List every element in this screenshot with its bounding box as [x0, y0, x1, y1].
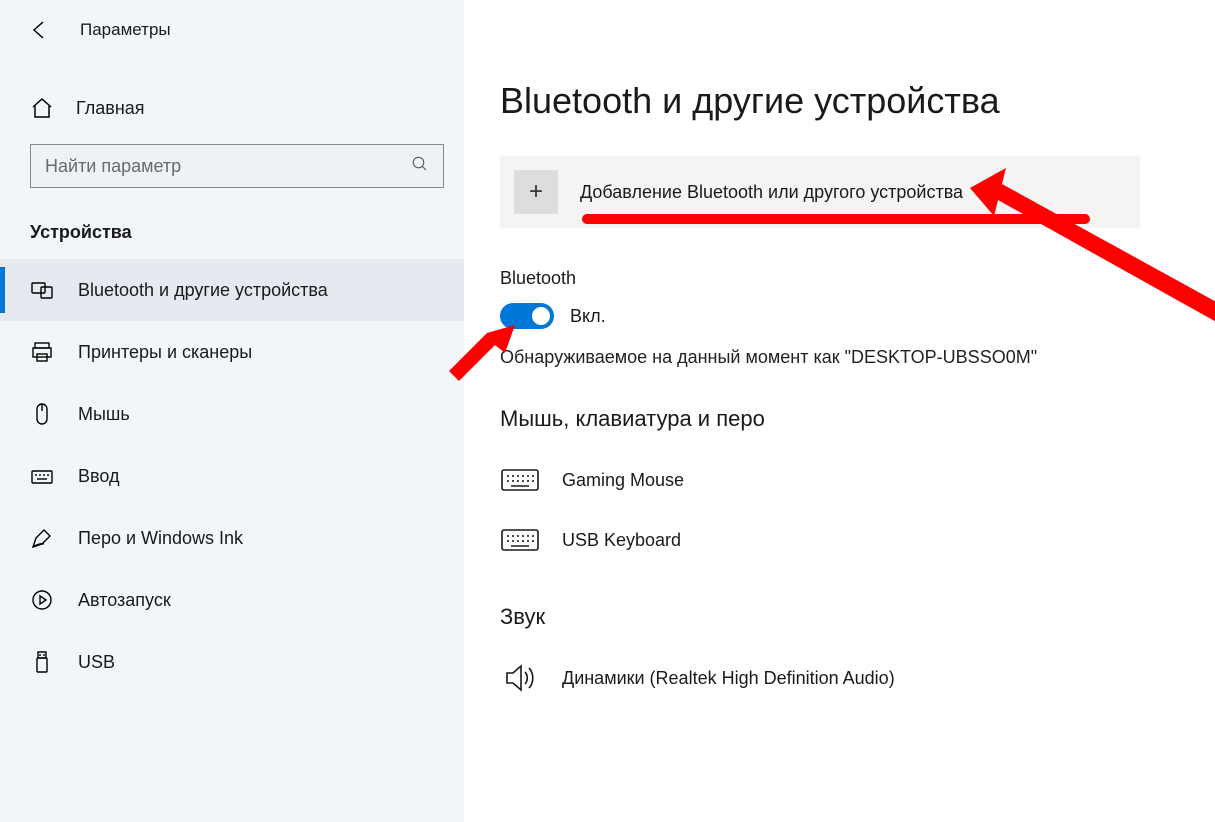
sidebar-item-pen[interactable]: Перо и Windows Ink [0, 507, 464, 569]
sidebar-item-printers[interactable]: Принтеры и сканеры [0, 321, 464, 383]
category-sound: Звук [500, 604, 1215, 630]
device-row[interactable]: Gaming Mouse [500, 450, 1215, 510]
devices-icon [30, 278, 54, 302]
device-row[interactable]: USB Keyboard [500, 510, 1215, 570]
bluetooth-toggle[interactable] [500, 303, 554, 329]
add-device-label: Добавление Bluetooth или другого устройс… [580, 182, 963, 203]
sidebar-item-label: Ввод [78, 466, 119, 487]
sidebar-item-mouse[interactable]: Мышь [0, 383, 464, 445]
add-device-button[interactable]: + Добавление Bluetooth или другого устро… [500, 156, 1140, 228]
search-icon [411, 155, 429, 178]
usb-icon [30, 650, 54, 674]
sidebar-item-label: Bluetooth и другие устройства [78, 280, 328, 301]
speaker-icon [500, 661, 540, 695]
sidebar-item-label: Перо и Windows Ink [78, 528, 243, 549]
sidebar-item-autoplay[interactable]: Автозапуск [0, 569, 464, 631]
device-name: Динамики (Realtek High Definition Audio) [562, 668, 895, 689]
typing-icon [30, 464, 54, 488]
printer-icon [30, 340, 54, 364]
sidebar-home[interactable]: Главная [0, 82, 464, 134]
home-icon [30, 96, 54, 120]
sidebar-item-label: USB [78, 652, 115, 673]
discoverable-text: Обнаруживаемое на данный момент как "DES… [500, 347, 1215, 368]
app-title: Параметры [80, 20, 171, 40]
device-name: Gaming Mouse [562, 470, 684, 491]
device-name: USB Keyboard [562, 530, 681, 551]
sidebar-item-label: Мышь [78, 404, 130, 425]
bluetooth-section-label: Bluetooth [500, 268, 1215, 289]
device-row[interactable]: Динамики (Realtek High Definition Audio) [500, 648, 1215, 708]
page-title: Bluetooth и другие устройства [500, 80, 1215, 122]
keyboard-icon [500, 523, 540, 557]
pen-icon [30, 526, 54, 550]
search-settings[interactable] [30, 144, 444, 188]
search-input[interactable] [45, 156, 411, 177]
sidebar-item-label: Автозапуск [78, 590, 171, 611]
sidebar-section-title: Устройства [0, 196, 464, 259]
settings-sidebar: Параметры Главная Устройства Bluetooth и… [0, 0, 464, 822]
keyboard-icon [500, 463, 540, 497]
back-button[interactable] [28, 18, 52, 42]
annotation-underline [582, 214, 1090, 224]
sidebar-item-usb[interactable]: USB [0, 631, 464, 693]
category-mouse-keyboard-pen: Мышь, клавиатура и перо [500, 406, 1215, 432]
bluetooth-toggle-state: Вкл. [570, 306, 606, 327]
sidebar-item-bluetooth[interactable]: Bluetooth и другие устройства [0, 259, 464, 321]
sidebar-item-label: Принтеры и сканеры [78, 342, 252, 363]
sidebar-item-typing[interactable]: Ввод [0, 445, 464, 507]
autoplay-icon [30, 588, 54, 612]
sidebar-home-label: Главная [76, 98, 145, 119]
plus-icon: + [514, 170, 558, 214]
main-content: Bluetooth и другие устройства + Добавлен… [500, 0, 1215, 708]
mouse-icon [30, 402, 54, 426]
